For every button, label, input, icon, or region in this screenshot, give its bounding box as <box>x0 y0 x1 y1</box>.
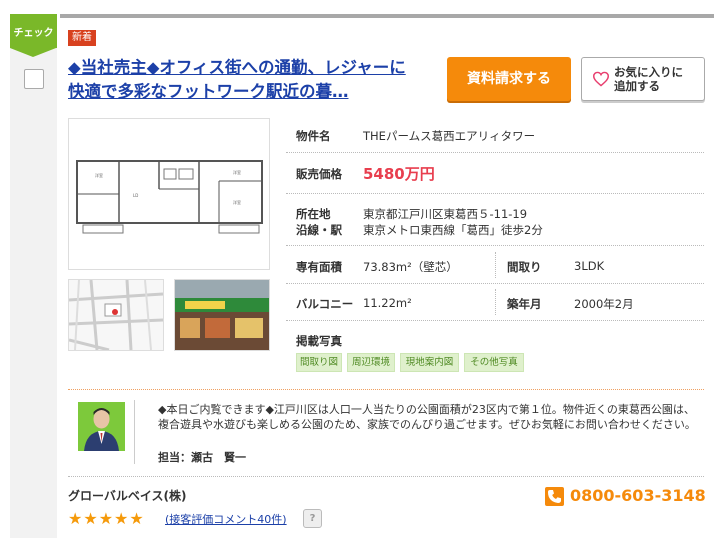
built-label: 築年月 <box>507 297 542 311</box>
photo-tag-floorplan[interactable]: 間取り図 <box>296 353 342 372</box>
check-tab: チェック <box>10 14 57 57</box>
comment-divider <box>68 389 704 390</box>
balcony-label: バルコニー <box>296 297 354 311</box>
phone-icon <box>545 487 564 506</box>
svg-text:洋室: 洋室 <box>233 169 241 175</box>
company-name: グローバルベイス(株) <box>68 489 187 503</box>
svg-text:洋室: 洋室 <box>95 172 103 178</box>
divider <box>286 320 704 321</box>
divider <box>495 252 496 278</box>
check-column: チェック <box>10 14 57 538</box>
balcony-value: 11.22m² <box>363 296 412 310</box>
favorite-label-line1: お気に入りに <box>614 65 683 79</box>
floorplan-image[interactable]: 洋室 LD 洋室 洋室 <box>68 118 270 270</box>
help-icon[interactable]: ? <box>303 509 322 528</box>
price-value: 5480万円 <box>363 165 435 183</box>
request-info-button[interactable]: 資料請求する <box>447 57 571 101</box>
favorite-label-line2: 追加する <box>614 79 660 93</box>
compare-checkbox[interactable] <box>24 69 44 89</box>
address-value: 東京都江戸川区東葛西５-11-19 <box>363 207 528 221</box>
property-name-value: THEパームス葛西エアリィタワー <box>363 129 536 143</box>
photo-tag-surroundings[interactable]: 周辺環境 <box>347 353 395 372</box>
property-name-label: 物件名 <box>296 129 331 143</box>
area-label: 専有面積 <box>296 260 342 274</box>
divider <box>286 193 704 194</box>
agent-avatar <box>78 402 125 451</box>
photo-tag-other[interactable]: その他写真 <box>464 353 524 372</box>
heart-icon <box>592 71 610 87</box>
new-badge: 新着 <box>68 30 96 46</box>
photo-tag-site-map[interactable]: 現地案内図 <box>400 353 459 372</box>
line-value: 東京メトロ東西線「葛西」徒歩2分 <box>363 223 543 237</box>
agent-name: 担当：瀬古 賢一 <box>158 451 246 464</box>
listing-title-link[interactable]: ◆当社売主◆オフィス街への通勤、レジャーに快適で多彩なフットワーク駅近の暮… <box>68 56 413 104</box>
price-label: 販売価格 <box>296 167 342 181</box>
photos-label: 掲載写真 <box>296 334 342 348</box>
built-value: 2000年2月 <box>574 297 634 311</box>
review-comments-link[interactable]: (接客評価コメント40件) <box>165 511 287 527</box>
phone-number[interactable]: 0800-603-3148 <box>570 486 706 505</box>
surroundings-photo-thumbnail[interactable] <box>174 279 270 351</box>
top-divider <box>60 14 714 18</box>
layout-value: 3LDK <box>574 259 605 273</box>
layout-label: 間取り <box>507 260 542 274</box>
line-label: 沿線・駅 <box>296 223 342 237</box>
add-favorite-button[interactable]: お気に入りに 追加する <box>581 57 705 101</box>
area-map-thumbnail[interactable] <box>68 279 164 351</box>
area-value: 73.83m²（壁芯） <box>363 260 458 274</box>
check-label: チェック <box>13 28 54 39</box>
divider <box>495 289 496 315</box>
divider <box>286 283 704 284</box>
svg-text:LD: LD <box>133 193 138 198</box>
favorite-label: お気に入りに 追加する <box>614 65 683 93</box>
svg-text:洋室: 洋室 <box>233 199 241 205</box>
company-divider <box>68 476 704 477</box>
address-label: 所在地 <box>296 207 331 221</box>
divider <box>286 152 704 153</box>
rating-stars-icon: ★★★★★ <box>68 509 145 528</box>
agent-comment-text: ◆本日ご内覧できます◆江戸川区は人口一人当たりの公園面積が23区内で第１位。物件… <box>158 403 696 431</box>
divider <box>286 245 704 246</box>
